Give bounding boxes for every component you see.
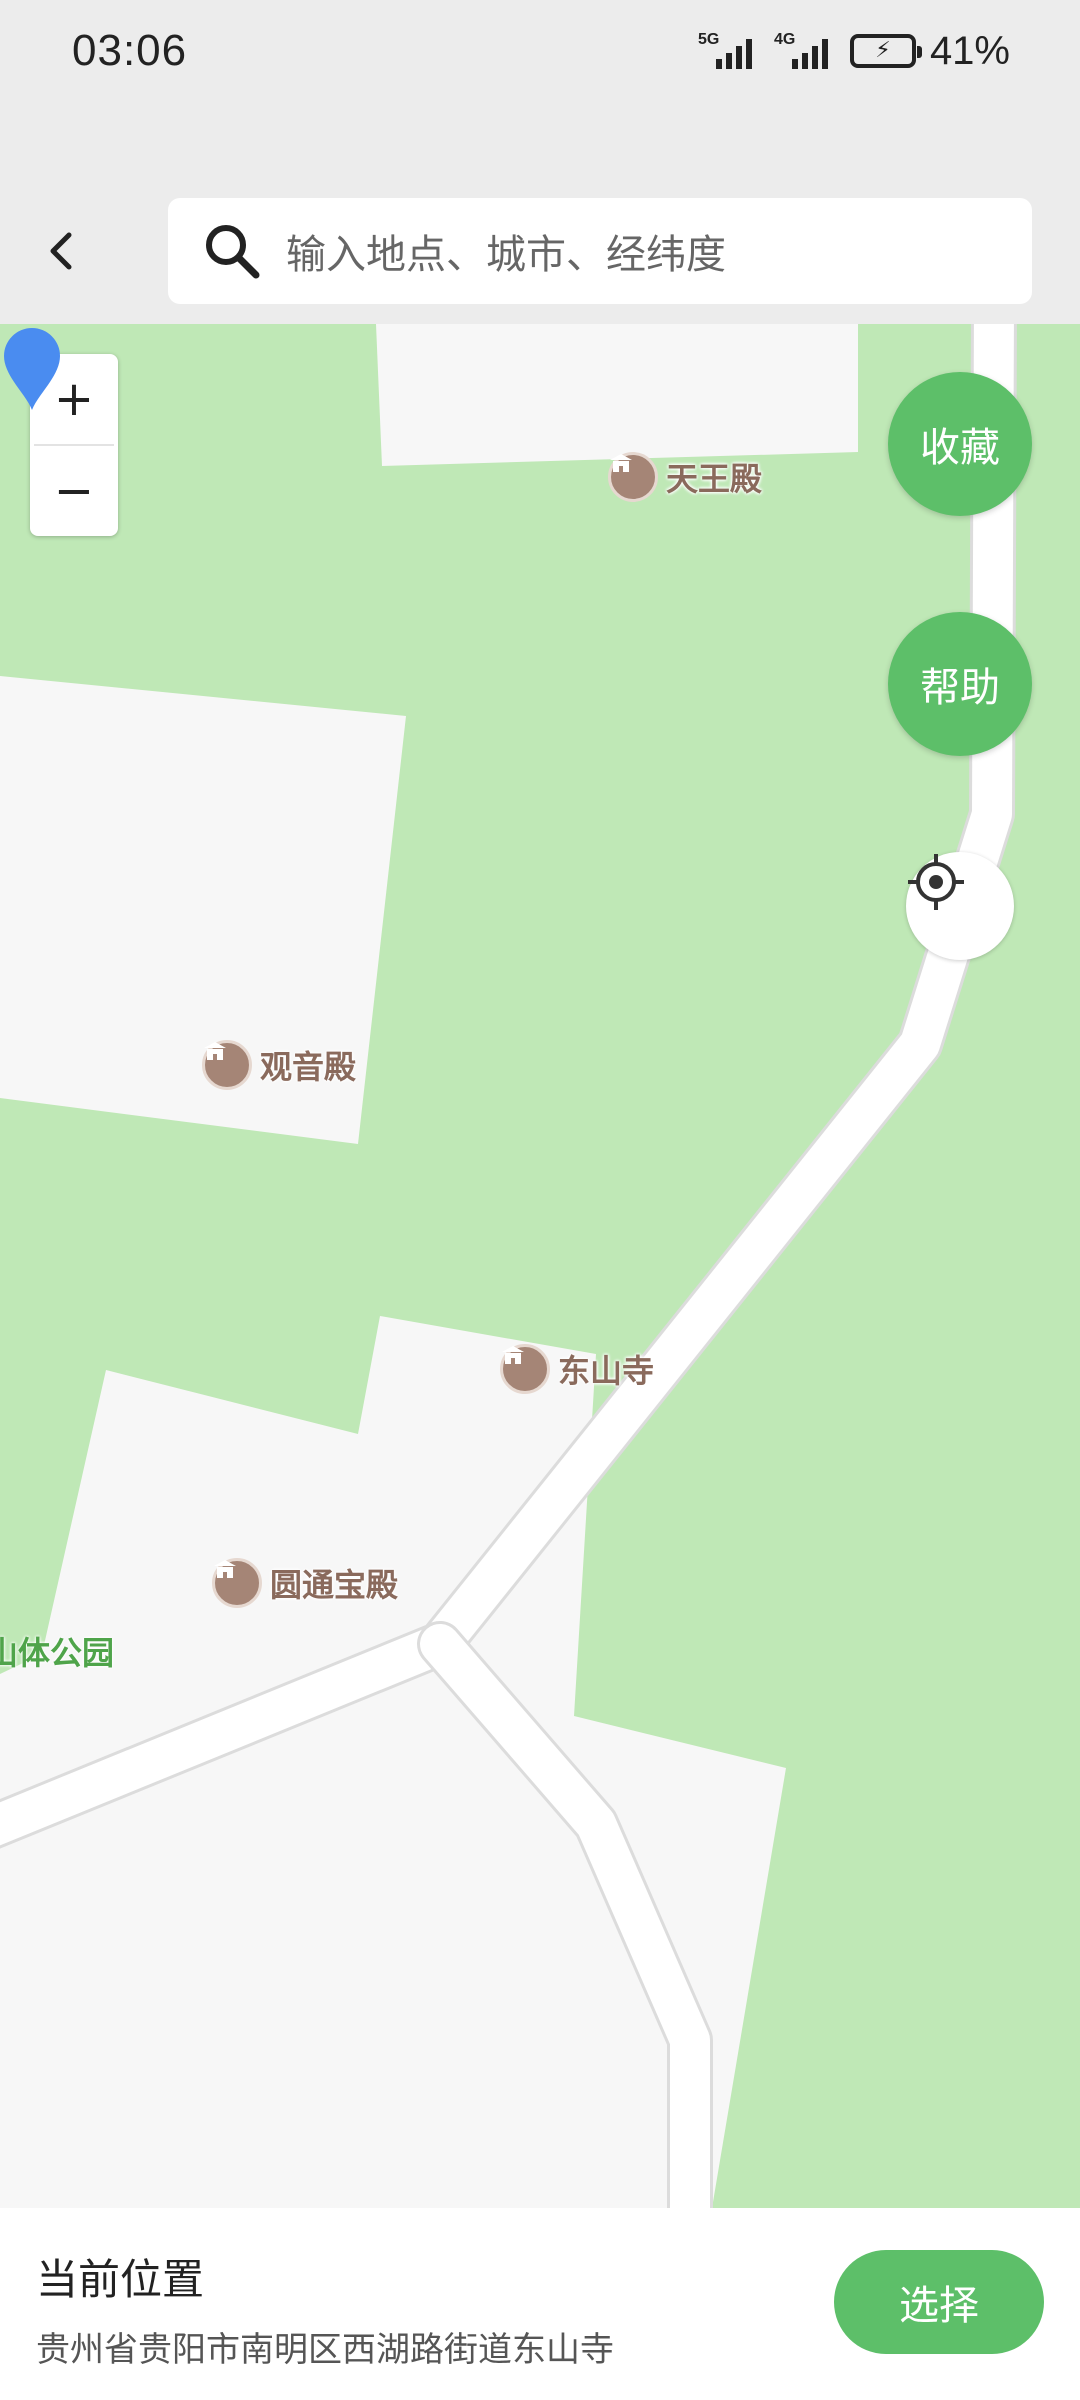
current-location-address: 贵州省贵阳市南明区西湖路街道东山寺 bbox=[36, 2330, 614, 2370]
favorite-button[interactable]: 收藏 bbox=[888, 372, 1032, 516]
signal-4g-icon: 4G bbox=[774, 29, 836, 73]
poi-tianwang[interactable]: 天王殿 bbox=[608, 452, 762, 502]
status-icons: 5G 4G ⚡ 41% bbox=[698, 26, 1010, 76]
battery-percent: 41% bbox=[929, 28, 1010, 73]
signal-5g-icon: 5G bbox=[698, 29, 760, 73]
search-input[interactable]: 输入地点、城市、经纬度 bbox=[168, 198, 1032, 304]
location-pin-icon bbox=[4, 328, 60, 410]
building-top bbox=[376, 324, 858, 466]
crosshair-icon bbox=[908, 854, 964, 910]
map-view[interactable]: + − 收藏 帮助 天王殿 观音殿 东山寺 圆通宝殿 山体公园 bbox=[0, 324, 1080, 2208]
poi-label: 观音殿 bbox=[260, 1048, 357, 1086]
select-button[interactable]: 选择 bbox=[834, 2250, 1044, 2354]
locate-button[interactable] bbox=[906, 852, 1014, 960]
current-location-title: 当前位置 bbox=[36, 2255, 205, 2304]
temple-icon bbox=[608, 452, 658, 502]
back-button[interactable] bbox=[30, 216, 90, 286]
bottom-panel: 当前位置 贵州省贵阳市南明区西湖路街道东山寺 选择 bbox=[0, 2208, 1080, 2400]
search-placeholder: 输入地点、城市、经纬度 bbox=[286, 232, 726, 278]
help-button[interactable]: 帮助 bbox=[888, 612, 1032, 756]
status-bar: 03:06 5G 4G ⚡ 41% bbox=[0, 0, 1080, 178]
poi-dongshan[interactable]: 东山寺 bbox=[500, 1344, 654, 1394]
status-time: 03:06 bbox=[72, 26, 188, 75]
poi-label: 东山寺 bbox=[558, 1352, 655, 1390]
poi-guanyin[interactable]: 观音殿 bbox=[202, 1040, 356, 1090]
battery-charging-icon: ⚡ bbox=[849, 34, 922, 68]
map-canvas[interactable] bbox=[0, 324, 1080, 2208]
poi-yuantong[interactable]: 圆通宝殿 bbox=[212, 1558, 398, 1608]
zoom-out-button[interactable]: − bbox=[30, 446, 118, 536]
temple-icon bbox=[212, 1558, 262, 1608]
temple-icon bbox=[500, 1344, 550, 1394]
search-icon bbox=[206, 225, 260, 279]
temple-icon bbox=[202, 1040, 252, 1090]
poi-label: 圆通宝殿 bbox=[270, 1566, 399, 1604]
header: 输入地点、城市、经纬度 bbox=[0, 178, 1080, 324]
chevron-left-icon bbox=[50, 232, 72, 270]
poi-label: 天王殿 bbox=[666, 460, 763, 498]
area-label: 山体公园 bbox=[0, 1634, 115, 1672]
